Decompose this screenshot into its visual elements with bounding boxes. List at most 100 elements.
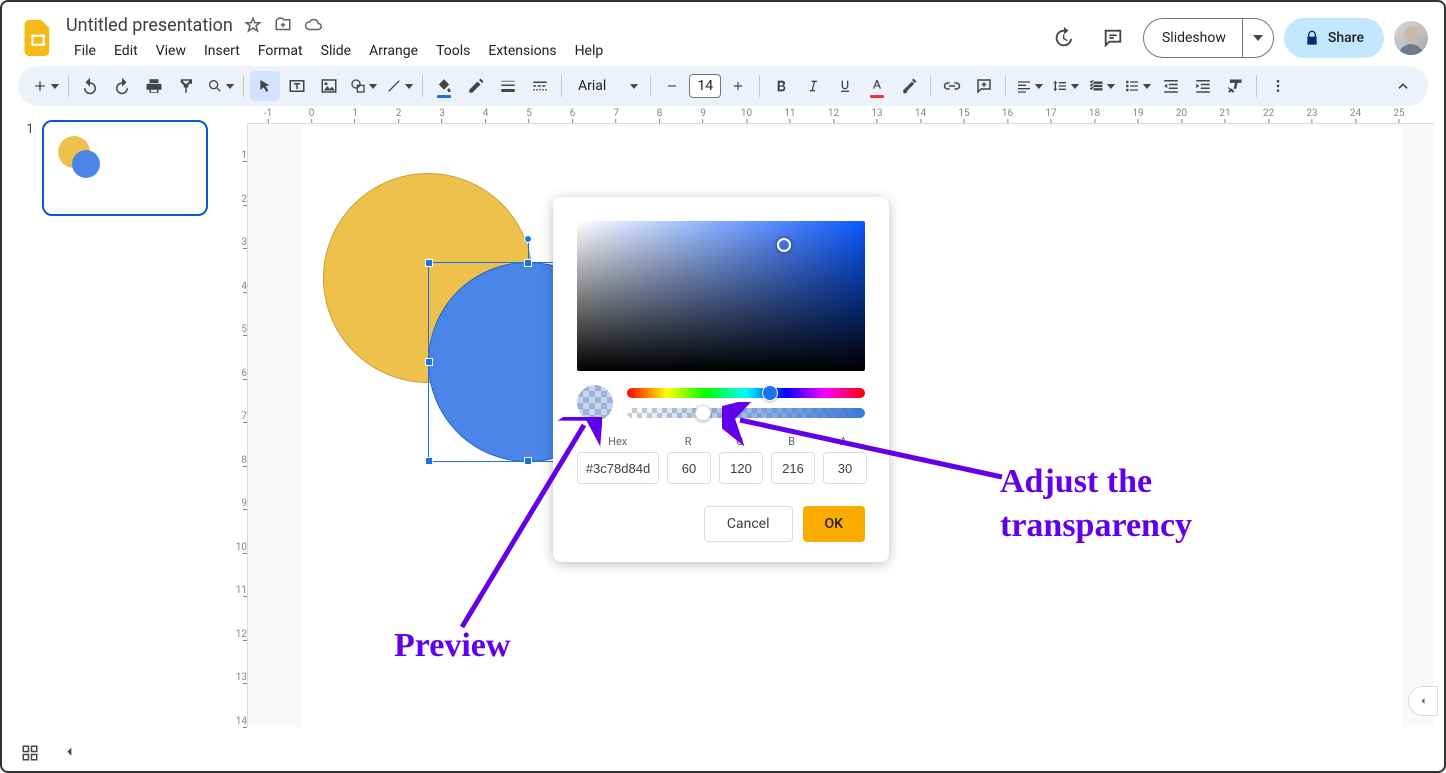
resize-handle-tl[interactable] (425, 259, 433, 267)
explore-tab[interactable] (1408, 686, 1438, 716)
slideshow-start[interactable]: Slideshow (1144, 19, 1243, 57)
b-input[interactable] (771, 452, 815, 484)
shape-button[interactable] (346, 71, 380, 101)
header-right: Slideshow Share (1043, 18, 1428, 58)
menu-file[interactable]: File (66, 39, 104, 63)
text-box-button[interactable] (282, 71, 312, 101)
hue-thumb[interactable] (762, 385, 778, 401)
border-weight-button[interactable] (493, 71, 523, 101)
menu-tools[interactable]: Tools (428, 39, 478, 63)
label-b: B (770, 435, 814, 448)
font-size-decrease[interactable] (657, 71, 687, 101)
line-spacing-button[interactable] (1048, 71, 1082, 101)
slides-logo-icon (18, 18, 58, 58)
menu-extensions[interactable]: Extensions (480, 39, 564, 63)
slideshow-button: Slideshow (1143, 18, 1274, 58)
highlight-button[interactable] (894, 71, 924, 101)
menu-format[interactable]: Format (250, 39, 311, 63)
share-label: Share (1328, 30, 1364, 46)
text-color-button[interactable] (862, 71, 892, 101)
toolbar: Arial 14 (18, 66, 1428, 106)
saturation-value-field[interactable] (577, 221, 865, 371)
g-input[interactable] (719, 452, 763, 484)
thumb-blue-circle (72, 150, 100, 178)
slideshow-label: Slideshow (1162, 30, 1226, 46)
select-tool[interactable] (250, 71, 280, 101)
menu-insert[interactable]: Insert (196, 39, 248, 63)
horizontal-ruler[interactable]: -101234567891011121314151617181920212223… (248, 106, 1434, 124)
resize-handle-tm[interactable] (524, 259, 532, 267)
speaker-notes-toggle[interactable] (58, 741, 82, 765)
fill-color-button[interactable] (429, 71, 459, 101)
slide-thumb-1[interactable]: 1 (22, 120, 208, 216)
underline-button[interactable] (830, 71, 860, 101)
decrease-indent-button[interactable] (1156, 71, 1186, 101)
account-avatar[interactable] (1394, 21, 1428, 55)
share-button[interactable]: Share (1284, 18, 1384, 58)
menu-view[interactable]: View (148, 39, 194, 63)
line-button[interactable] (382, 71, 416, 101)
history-icon[interactable] (1043, 18, 1083, 58)
insert-comment-button[interactable] (969, 71, 999, 101)
menu-help[interactable]: Help (567, 39, 612, 63)
lock-icon (1304, 30, 1320, 46)
new-slide-button[interactable] (28, 71, 62, 101)
resize-handle-ml[interactable] (425, 358, 433, 366)
increase-indent-button[interactable] (1188, 71, 1218, 101)
label-hex: Hex (577, 435, 658, 448)
align-button[interactable] (1012, 71, 1046, 101)
checklist-button[interactable] (1084, 71, 1118, 101)
menu-slide[interactable]: Slide (313, 39, 359, 63)
italic-button[interactable] (798, 71, 828, 101)
undo-button[interactable] (75, 71, 105, 101)
ok-button[interactable]: OK (803, 506, 866, 542)
menu-bar: File Edit View Insert Format Slide Arran… (66, 39, 1035, 63)
text-color-swatch (870, 95, 884, 99)
grid-view-icon[interactable] (18, 741, 42, 765)
font-size-input[interactable]: 14 (689, 74, 721, 98)
menu-arrange[interactable]: Arrange (361, 39, 426, 63)
alpha-slider[interactable] (627, 408, 865, 418)
resize-handle-bl[interactable] (425, 457, 433, 465)
cancel-button[interactable]: Cancel (704, 506, 793, 542)
paint-format-button[interactable] (171, 71, 201, 101)
font-select[interactable]: Arial (568, 72, 644, 100)
comments-icon[interactable] (1093, 18, 1133, 58)
resize-handle-bm[interactable] (524, 457, 532, 465)
r-input[interactable] (667, 452, 711, 484)
insert-link-button[interactable] (937, 71, 967, 101)
cloud-status-icon[interactable] (303, 15, 323, 35)
collapse-toolbar-button[interactable] (1388, 71, 1418, 101)
star-icon[interactable] (243, 15, 263, 35)
document-title[interactable]: Untitled presentation (66, 15, 233, 36)
slide-thumbnail[interactable] (42, 120, 208, 216)
label-g: G (718, 435, 762, 448)
bulleted-list-button[interactable] (1120, 71, 1154, 101)
app-header: Untitled presentation File Edit View Ins… (2, 2, 1444, 66)
move-icon[interactable] (273, 15, 293, 35)
a-input[interactable] (823, 452, 867, 484)
sv-cursor[interactable] (777, 238, 791, 252)
redo-button[interactable] (107, 71, 137, 101)
border-color-button[interactable] (461, 71, 491, 101)
slideshow-dropdown[interactable] (1243, 19, 1273, 57)
clear-format-button[interactable] (1220, 71, 1250, 101)
hex-input[interactable] (577, 452, 659, 484)
font-size-increase[interactable] (723, 71, 753, 101)
color-preview-swatch (577, 385, 613, 421)
border-dash-button[interactable] (525, 71, 555, 101)
vertical-ruler[interactable]: 1234567891011121314 (230, 124, 248, 727)
rotate-handle[interactable] (524, 235, 532, 243)
title-area: Untitled presentation File Edit View Ins… (66, 13, 1035, 63)
alpha-thumb[interactable] (695, 405, 711, 421)
hue-slider[interactable] (627, 388, 865, 398)
zoom-button[interactable] (203, 71, 237, 101)
menu-edit[interactable]: Edit (106, 39, 146, 63)
image-button[interactable] (314, 71, 344, 101)
more-button[interactable] (1263, 71, 1293, 101)
font-name-label: Arial (578, 78, 606, 94)
bold-button[interactable] (766, 71, 796, 101)
print-button[interactable] (139, 71, 169, 101)
label-a: A (821, 435, 865, 448)
statusbar (2, 735, 1444, 771)
